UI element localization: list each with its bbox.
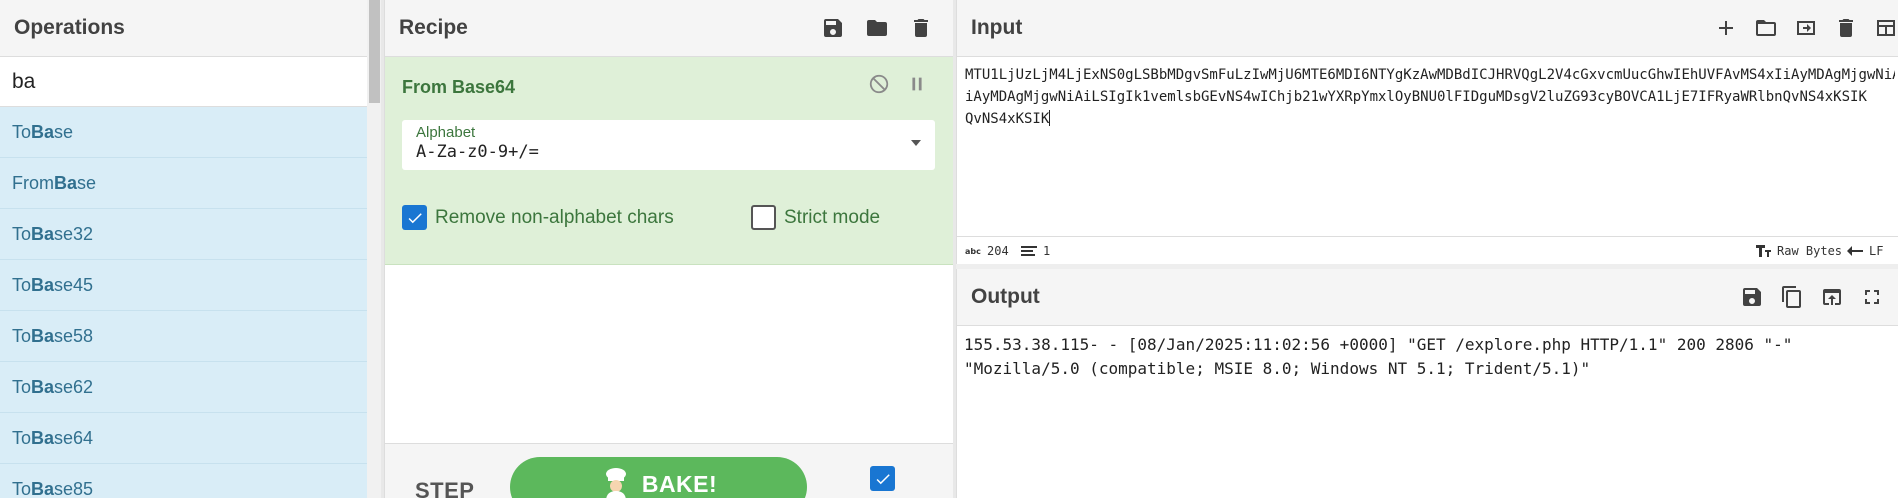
disable-icon[interactable] bbox=[868, 73, 890, 95]
text-cursor bbox=[1049, 110, 1051, 126]
copy-icon[interactable] bbox=[1780, 285, 1804, 309]
save-icon[interactable] bbox=[821, 16, 845, 40]
folder-icon[interactable] bbox=[865, 16, 889, 40]
output-pane: Output bbox=[956, 269, 1898, 498]
operations-pane: Operations ba To Ba se From Ba se To Ba se3… bbox=[0, 0, 381, 498]
strict-mode-checkbox[interactable] bbox=[751, 205, 776, 230]
input-line: MTU1LjUzLjM4LjExNS0gLSBbMDgvSmFuLzIwMjU6… bbox=[965, 67, 1895, 83]
input-title: Input bbox=[971, 16, 1023, 39]
remove-non-alpha-checkbox[interactable] bbox=[402, 205, 427, 230]
trash-icon[interactable] bbox=[1834, 16, 1858, 40]
input-textarea[interactable]: MTU1LjUzLjM4LjExNS0gLSBbMDgvSmFuLzIwMjU6… bbox=[965, 64, 1895, 130]
step-button[interactable]: STEP bbox=[415, 478, 474, 498]
save-icon[interactable] bbox=[1740, 285, 1764, 309]
output-line: "Mozilla/5.0 (compatible; MSIE 8.0; Wind… bbox=[964, 359, 1591, 378]
svg-text:abc: abc bbox=[965, 247, 981, 256]
output-textarea[interactable]: 155.53.38.115- - [08/Jan/2025:11:02:56 +… bbox=[964, 333, 1894, 381]
char-count: abc 204 bbox=[965, 244, 1009, 258]
recipe-pane: Recipe From Base64 Alphabet A-Za-z0-9+/=… bbox=[384, 0, 954, 498]
eol-selector[interactable]: LF bbox=[1847, 244, 1883, 258]
recipe-title: Recipe bbox=[399, 16, 468, 39]
output-line: 155.53.38.115- - [08/Jan/2025:11:02:56 +… bbox=[964, 335, 1793, 354]
cyberchef-app: Operations ba To Ba se From Ba se To Ba se3… bbox=[0, 0, 1898, 498]
op-from-base[interactable]: From Ba se bbox=[0, 158, 367, 209]
layout-icon[interactable] bbox=[1874, 16, 1898, 40]
recipe-header: Recipe bbox=[385, 0, 953, 57]
strict-mode-option[interactable]: Strict mode bbox=[751, 205, 880, 230]
return-arrow-icon bbox=[1847, 246, 1863, 256]
alphabet-label: Alphabet bbox=[416, 124, 476, 141]
remove-non-alpha-option[interactable]: Remove non-alphabet chars bbox=[402, 205, 674, 230]
alphabet-select[interactable]: Alphabet A-Za-z0-9+/= bbox=[402, 120, 935, 170]
recipe-operation-card[interactable]: From Base64 Alphabet A-Za-z0-9+/= Remove… bbox=[385, 57, 954, 265]
auto-bake-checkbox[interactable] bbox=[870, 466, 895, 491]
maximize-icon[interactable] bbox=[1860, 285, 1884, 309]
add-icon[interactable] bbox=[1714, 16, 1738, 40]
abc-icon: abc bbox=[965, 247, 981, 256]
trash-icon[interactable] bbox=[909, 16, 933, 40]
input-header: Input bbox=[957, 0, 1898, 57]
operation-title: From Base64 bbox=[402, 77, 516, 97]
replace-input-icon[interactable] bbox=[1820, 285, 1844, 309]
input-line: iAyMDAgMjgwNiAiLSIgIk1vemlsbGEvNS4wIChjb… bbox=[965, 89, 1867, 105]
input-pane: Input MTU1LjUzLjM4LjExNS0gLSBbMDgvSmFuLz… bbox=[956, 0, 1898, 264]
text-format-icon bbox=[1756, 245, 1771, 257]
operations-list: To Ba se From Ba se To Ba se32 To Ba se45 To… bbox=[0, 107, 367, 498]
op-to-base[interactable]: To Ba se bbox=[0, 107, 367, 158]
lines-icon bbox=[1021, 246, 1037, 256]
op-to-base45[interactable]: To Ba se45 bbox=[0, 260, 367, 311]
op-to-base58[interactable]: To Ba se58 bbox=[0, 311, 367, 362]
import-icon[interactable] bbox=[1794, 16, 1818, 40]
line-count: 1 bbox=[1021, 244, 1050, 258]
remove-non-alpha-label: Remove non-alphabet chars bbox=[435, 206, 674, 228]
op-to-base64[interactable]: To Ba se64 bbox=[0, 413, 367, 464]
recipe-controls: STEP BAKE! bbox=[385, 443, 954, 498]
operations-title: Operations bbox=[0, 0, 381, 57]
op-to-base32[interactable]: To Ba se32 bbox=[0, 209, 367, 260]
bake-button[interactable]: BAKE! bbox=[510, 457, 807, 498]
pause-icon[interactable] bbox=[906, 73, 928, 95]
open-folder-icon[interactable] bbox=[1754, 16, 1778, 40]
strict-mode-label: Strict mode bbox=[784, 206, 881, 228]
chef-icon bbox=[605, 468, 626, 498]
alphabet-value: A-Za-z0-9+/= bbox=[416, 142, 539, 162]
bake-label: BAKE! bbox=[641, 471, 718, 497]
output-header: Output bbox=[957, 269, 1898, 326]
operations-search-input[interactable]: ba bbox=[0, 57, 381, 107]
op-to-base62[interactable]: To Ba se62 bbox=[0, 362, 367, 413]
input-line: QvNS4xKSIK bbox=[965, 111, 1050, 127]
output-title: Output bbox=[971, 285, 1040, 308]
operations-scrollbar-thumb[interactable] bbox=[369, 0, 380, 103]
encoding-selector[interactable]: Raw Bytes bbox=[1755, 244, 1842, 258]
op-to-base85[interactable]: To Ba se85 bbox=[0, 464, 367, 498]
chevron-down-icon[interactable] bbox=[911, 140, 921, 146]
input-status-bar: abc 204 1 Raw Bytes LF bbox=[957, 236, 1898, 264]
